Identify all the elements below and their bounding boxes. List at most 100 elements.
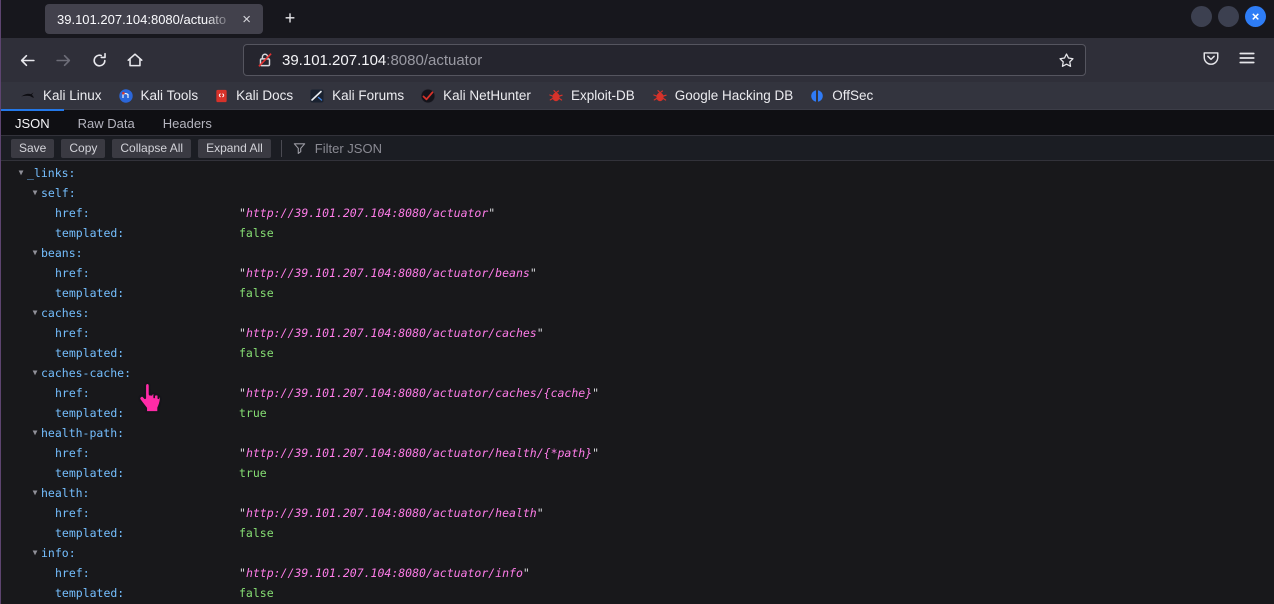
- kali-docs-icon: [214, 88, 229, 104]
- json-boolean-value: true: [239, 403, 267, 423]
- json-key: href:: [1, 206, 90, 220]
- json-boolean-value: false: [239, 343, 274, 363]
- json-content-area: ▼_links:▼self:href:"http://39.101.207.10…: [1, 161, 1274, 604]
- json-row-caches[interactable]: ▼caches:: [1, 303, 1274, 323]
- json-key: templated:: [1, 406, 124, 420]
- tab-json[interactable]: JSON: [1, 109, 64, 135]
- window-maximize-button[interactable]: [1218, 6, 1239, 27]
- tab-raw-data[interactable]: Raw Data: [64, 109, 149, 135]
- json-string-value: "http://39.101.207.104:8080/actuator/cac…: [239, 323, 544, 343]
- json-key: href:: [1, 326, 90, 340]
- new-tab-button[interactable]: +: [277, 6, 303, 32]
- json-row-caches-cache[interactable]: ▼caches-cache:: [1, 363, 1274, 383]
- json-row-templated: templated: true: [1, 403, 1274, 423]
- exploit-db-icon: [547, 88, 564, 104]
- reload-icon: [91, 52, 108, 69]
- bookmark-label: Kali Tools: [141, 88, 199, 103]
- expand-all-button[interactable]: Expand All: [198, 139, 271, 158]
- copy-button[interactable]: Copy: [61, 139, 105, 158]
- reload-button[interactable]: [83, 44, 115, 76]
- collapse-triangle-icon[interactable]: ▼: [29, 483, 41, 503]
- json-row-href: href: "http://39.101.207.104:8080/actuato…: [1, 203, 1274, 223]
- json-key: href:: [1, 386, 90, 400]
- bookmark-item-kali-nethunter[interactable]: Kali NetHunter: [412, 84, 539, 108]
- insecure-lock-icon[interactable]: [256, 51, 274, 69]
- collapse-triangle-icon[interactable]: ▼: [29, 183, 41, 203]
- window-minimize-button[interactable]: [1191, 6, 1212, 27]
- json-key: health-path:: [1, 426, 124, 440]
- bookmark-label: Exploit-DB: [571, 88, 635, 103]
- navigation-toolbar: 39.101.207.104:8080/actuator: [1, 38, 1274, 82]
- bookmark-item-kali-forums[interactable]: Kali Forums: [301, 84, 412, 108]
- json-row-health-path[interactable]: ▼health-path:: [1, 423, 1274, 443]
- json-row-href: href: "http://39.101.207.104:8080/actuato…: [1, 503, 1274, 523]
- browser-tab[interactable]: 39.101.207.104:8080/actuato ×: [45, 4, 263, 34]
- bookmark-label: Kali Forums: [332, 88, 404, 103]
- save-button[interactable]: Save: [11, 139, 54, 158]
- back-button[interactable]: [11, 44, 43, 76]
- json-key: caches:: [1, 306, 89, 320]
- json-row-_links[interactable]: ▼_links:: [1, 163, 1274, 183]
- home-button[interactable]: [119, 44, 151, 76]
- url-bar[interactable]: 39.101.207.104:8080/actuator: [243, 44, 1086, 76]
- bookmark-item-exploit-db[interactable]: Exploit-DB: [539, 84, 643, 108]
- json-boolean-value: false: [239, 583, 274, 603]
- collapse-triangle-icon[interactable]: ▼: [15, 163, 27, 183]
- filter-json-input[interactable]: Filter JSON: [292, 141, 382, 156]
- kali-forums-icon: [309, 88, 325, 104]
- collapse-all-button[interactable]: Collapse All: [112, 139, 191, 158]
- bookmark-item-kali-docs[interactable]: Kali Docs: [206, 84, 301, 108]
- collapse-triangle-icon[interactable]: ▼: [29, 303, 41, 323]
- bookmark-label: Kali NetHunter: [443, 88, 531, 103]
- offsec-icon: [809, 88, 825, 104]
- collapse-triangle-icon[interactable]: ▼: [29, 543, 41, 563]
- json-row-href: href:"http://39.101.207.104:8080/actuato…: [1, 383, 1274, 403]
- pocket-icon[interactable]: [1202, 49, 1220, 72]
- json-key: templated:: [1, 286, 124, 300]
- bookmark-item-kali-linux[interactable]: Kali Linux: [11, 84, 110, 108]
- json-boolean-value: true: [239, 463, 267, 483]
- bookmarks-toolbar: Kali Linux Kali Tools Kali Docs Kali Forums…: [1, 82, 1274, 110]
- window-close-button[interactable]: ×: [1245, 6, 1266, 27]
- bookmark-item-google-hacking-db[interactable]: Google Hacking DB: [643, 84, 802, 108]
- json-string-value: "http://39.101.207.104:8080/actuator/hea…: [239, 443, 599, 463]
- json-string-value: "http://39.101.207.104:8080/actuator/hea…: [239, 503, 544, 523]
- ghdb-icon: [651, 88, 668, 104]
- json-row-self[interactable]: ▼self:: [1, 183, 1274, 203]
- json-row-href: href:"http://39.101.207.104:8080/actuato…: [1, 263, 1274, 283]
- json-row-health[interactable]: ▼health:: [1, 483, 1274, 503]
- tab-headers[interactable]: Headers: [149, 109, 226, 135]
- json-key: templated:: [1, 586, 124, 600]
- json-tree: ▼_links:▼self:href:"http://39.101.207.10…: [1, 163, 1274, 603]
- json-boolean-value: false: [239, 223, 274, 243]
- json-viewer-tabs: JSONRaw DataHeaders: [1, 110, 1274, 136]
- forward-button[interactable]: [47, 44, 79, 76]
- bookmark-label: OffSec: [832, 88, 873, 103]
- json-key: templated:: [1, 526, 124, 540]
- json-row-templated: templated:true: [1, 463, 1274, 483]
- window-controls: ×: [1191, 6, 1266, 27]
- tab-title: 39.101.207.104:8080/actuato: [57, 12, 238, 27]
- collapse-triangle-icon[interactable]: ▼: [29, 423, 41, 443]
- bookmark-item-kali-tools[interactable]: Kali Tools: [110, 84, 207, 108]
- collapse-triangle-icon[interactable]: ▼: [29, 243, 41, 263]
- json-row-templated: templated:false: [1, 223, 1274, 243]
- collapse-triangle-icon[interactable]: ▼: [29, 363, 41, 383]
- tab-bar: 39.101.207.104:8080/actuato × + ×: [1, 0, 1274, 38]
- json-key: href:: [1, 506, 90, 520]
- forward-icon: [55, 52, 72, 69]
- json-toolbar-buttons: Save Copy Collapse All Expand All: [11, 139, 278, 158]
- home-icon: [126, 51, 144, 69]
- json-string-value: "http://39.101.207.104:8080/actuator/inf…: [239, 563, 530, 583]
- menu-hamburger-icon[interactable]: [1238, 49, 1256, 72]
- json-boolean-value: false: [239, 523, 274, 543]
- json-row-beans[interactable]: ▼beans:: [1, 243, 1274, 263]
- json-string-value: "http://39.101.207.104:8080/actuator": [239, 203, 495, 223]
- url-text: 39.101.207.104:8080/actuator: [282, 52, 1056, 69]
- bookmark-item-offsec[interactable]: OffSec: [801, 84, 881, 108]
- json-row-info[interactable]: ▼info:: [1, 543, 1274, 563]
- json-key: _links:: [1, 166, 75, 180]
- json-row-templated: templated: false: [1, 523, 1274, 543]
- tab-close-icon[interactable]: ×: [238, 10, 255, 29]
- bookmark-star-icon[interactable]: [1056, 50, 1077, 71]
